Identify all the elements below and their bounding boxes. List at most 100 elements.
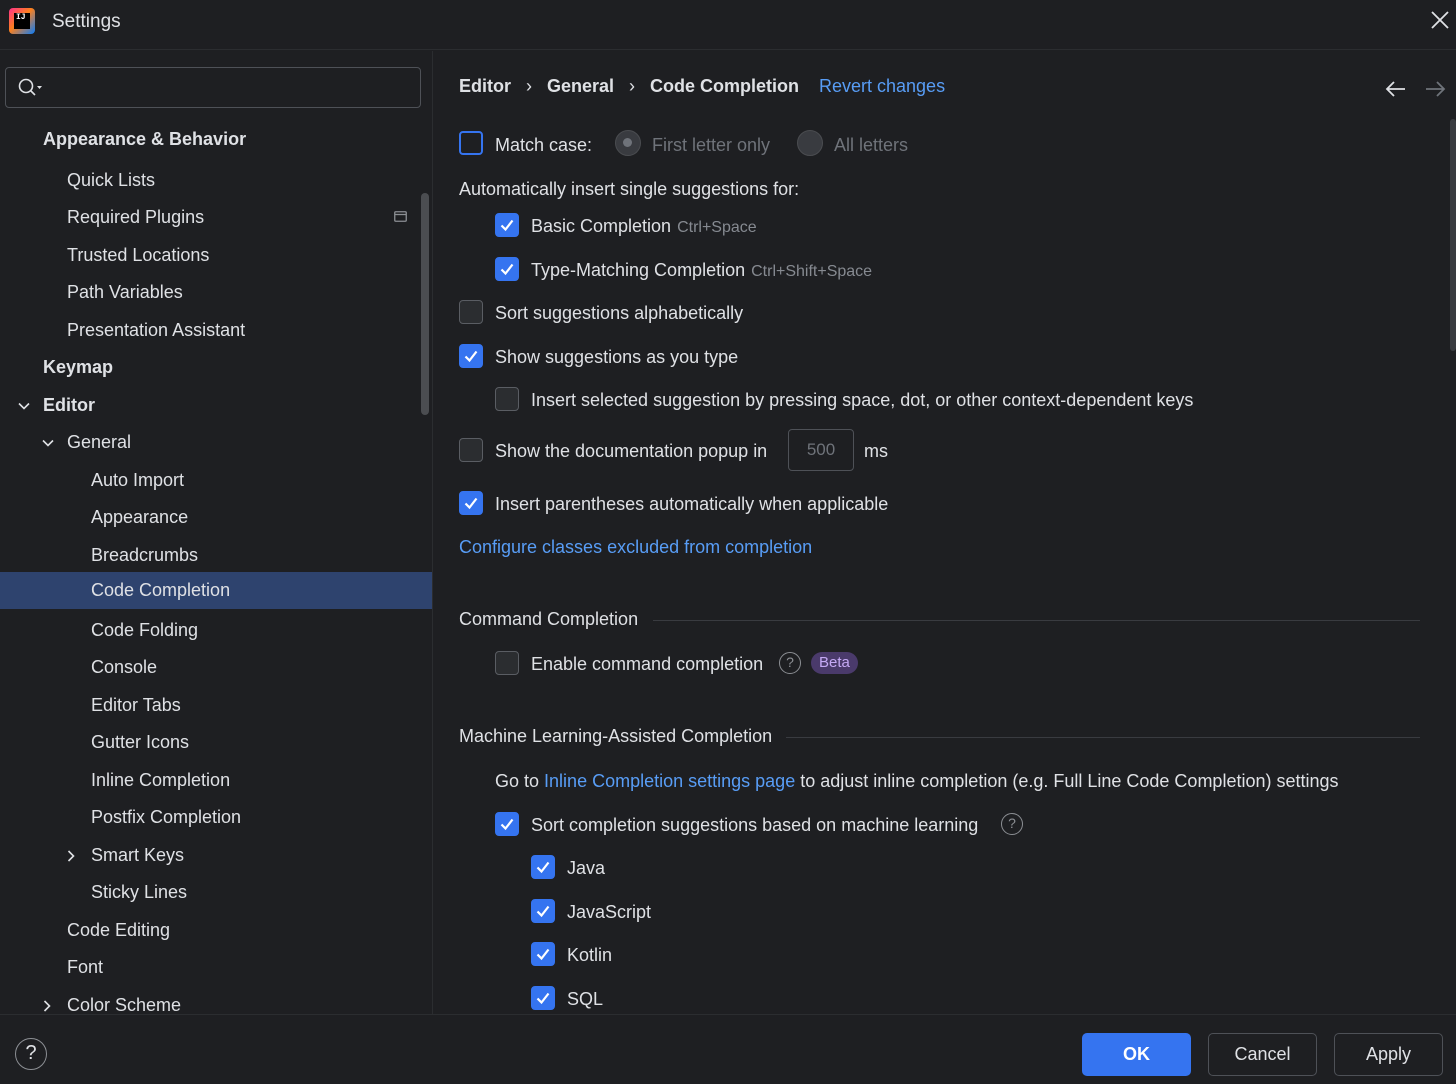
chevron-down-icon[interactable]	[17, 399, 31, 413]
help-button[interactable]: ?	[15, 1038, 47, 1070]
checkmark-icon	[464, 350, 478, 363]
revert-changes-link[interactable]: Revert changes	[819, 76, 945, 97]
ml-completion-section-title: Machine Learning-Assisted Completion	[459, 726, 773, 746]
show-as-type-label: Show suggestions as you type	[495, 347, 739, 367]
help-icon[interactable]: ?	[1001, 813, 1023, 835]
tree-item-quick-lists[interactable]: Quick Lists	[0, 162, 432, 199]
tree-item-appearance[interactable]: Appearance	[0, 499, 432, 536]
arrow-right-icon[interactable]	[1423, 79, 1447, 99]
match-case-checkbox[interactable]	[459, 131, 483, 155]
breadcrumb-code-completion: Code Completion	[650, 76, 800, 96]
tree-item-editor-tabs[interactable]: Editor Tabs	[0, 687, 432, 724]
type-matching-row: Type-Matching Completion Ctrl+Shift+Space	[531, 257, 872, 283]
tree-item-label: Code Folding	[91, 620, 199, 640]
ml-javascript-label: JavaScript	[567, 902, 652, 922]
chevron-down-icon[interactable]	[41, 436, 55, 450]
enable-command-label: Enable command completion	[531, 654, 764, 674]
tree-item-appearance-behavior[interactable]: Appearance & Behavior	[0, 121, 432, 158]
basic-completion-label: Basic Completion	[531, 216, 672, 236]
tree-item-label: Appearance	[91, 507, 189, 527]
breadcrumb-editor[interactable]: Editor	[459, 76, 511, 96]
tree-item-label: Gutter Icons	[91, 732, 190, 752]
checkmark-icon	[464, 497, 478, 510]
tree-item-code-completion[interactable]: Code Completion	[0, 572, 432, 609]
tree-item-code-folding[interactable]: Code Folding	[0, 612, 432, 649]
tree-item-inline-completion[interactable]: Inline Completion	[0, 762, 432, 799]
tree-item-sticky-lines[interactable]: Sticky Lines	[0, 874, 432, 911]
tree-item-label: Appearance & Behavior	[43, 129, 247, 149]
ml-java-checkbox[interactable]	[531, 855, 555, 879]
breadcrumb-general[interactable]: General	[547, 76, 614, 96]
ml-kotlin-checkbox[interactable]	[531, 942, 555, 966]
tree-item-keymap[interactable]: Keymap	[0, 349, 432, 386]
breadcrumb: Editor › General › Code Completion	[459, 76, 799, 100]
checkmark-icon	[500, 263, 514, 276]
parentheses-checkbox[interactable]	[459, 491, 483, 515]
tree-item-presentation-assistant[interactable]: Presentation Assistant	[0, 312, 432, 349]
tree-item-postfix-completion[interactable]: Postfix Completion	[0, 799, 432, 836]
window-title: Settings	[52, 11, 121, 32]
ml-javascript-checkbox[interactable]	[531, 899, 555, 923]
first-letter-label: First letter only	[652, 135, 771, 155]
tree-item-console[interactable]: Console	[0, 649, 432, 686]
ml-goto-prefix: Go to	[495, 771, 540, 791]
type-matching-label: Type-Matching Completion	[531, 260, 746, 280]
configure-excluded-link[interactable]: Configure classes excluded from completi…	[459, 534, 812, 560]
content-scrollbar[interactable]	[1450, 119, 1456, 351]
tree-item-general[interactable]: General	[0, 424, 432, 461]
chevron-right-icon[interactable]	[40, 999, 54, 1013]
insert-selected-label: Insert selected suggestion by pressing s…	[531, 390, 1194, 410]
cancel-button[interactable]: Cancel	[1208, 1033, 1317, 1076]
tree-item-label: Editor	[43, 395, 95, 415]
doc-popup-checkbox[interactable]	[459, 438, 483, 462]
tree-item-path-variables[interactable]: Path Variables	[0, 274, 432, 311]
tree-item-label: Keymap	[43, 357, 114, 377]
doc-popup-unit: ms	[864, 441, 888, 461]
chevron-right-icon[interactable]	[64, 849, 78, 863]
tree-item-color-scheme[interactable]: Color Scheme	[0, 987, 432, 1014]
arrow-left-icon[interactable]	[1384, 79, 1408, 99]
tree-item-editor[interactable]: Editor	[0, 387, 432, 424]
enable-command-checkbox[interactable]	[495, 651, 519, 675]
show-as-type-checkbox[interactable]	[459, 344, 483, 368]
insert-selected-checkbox[interactable]	[495, 387, 519, 411]
checkmark-icon	[536, 948, 550, 961]
close-icon[interactable]	[1428, 8, 1452, 32]
tree-item-code-editing[interactable]: Code Editing	[0, 912, 432, 949]
basic-completion-checkbox[interactable]	[495, 213, 519, 237]
tree-item-label: Console	[91, 657, 158, 677]
ml-sql-checkbox[interactable]	[531, 986, 555, 1010]
ml-goto-row: Go to Inline Completion settings page to…	[495, 768, 1339, 794]
type-matching-checkbox[interactable]	[495, 257, 519, 281]
command-completion-section-title: Command Completion	[459, 609, 639, 629]
settings-sidebar: Appearance & Behavior Quick Lists Requir…	[0, 51, 433, 1014]
help-icon[interactable]: ?	[779, 652, 801, 674]
chevron-right-icon: ›	[526, 76, 532, 96]
checkmark-icon	[536, 992, 550, 1005]
tree-item-trusted-locations[interactable]: Trusted Locations	[0, 237, 432, 274]
tree-item-label: Path Variables	[67, 282, 183, 302]
ml-java-label: Java	[567, 858, 606, 878]
tree-item-label: Smart Keys	[91, 845, 185, 865]
tree-item-font[interactable]: Font	[0, 949, 432, 986]
tree-item-required-plugins[interactable]: Required Plugins	[0, 199, 432, 236]
tree-item-label: Inline Completion	[91, 770, 231, 790]
tree-item-auto-import[interactable]: Auto Import	[0, 462, 432, 499]
inline-completion-settings-link[interactable]: Inline Completion settings page	[544, 771, 795, 791]
ml-sort-checkbox[interactable]	[495, 812, 519, 836]
tree-item-smart-keys[interactable]: Smart Keys	[0, 837, 432, 874]
ok-button[interactable]: OK	[1082, 1033, 1191, 1076]
settings-search-input[interactable]	[5, 67, 421, 108]
sidebar-scrollbar[interactable]	[421, 193, 429, 415]
sort-alphabetically-checkbox[interactable]	[459, 300, 483, 324]
tree-item-breadcrumbs[interactable]: Breadcrumbs	[0, 537, 432, 574]
all-letters-radio[interactable]	[797, 130, 823, 156]
apply-button[interactable]: Apply	[1334, 1033, 1443, 1076]
chevron-right-icon: ›	[629, 76, 636, 96]
section-divider	[653, 620, 1420, 621]
doc-popup-delay-input[interactable]: 500	[788, 429, 854, 471]
first-letter-radio[interactable]	[615, 130, 641, 156]
tree-item-label: Code Editing	[67, 920, 171, 940]
tree-item-gutter-icons[interactable]: Gutter Icons	[0, 724, 432, 761]
ml-sort-label: Sort completion suggestions based on mac…	[531, 815, 979, 835]
